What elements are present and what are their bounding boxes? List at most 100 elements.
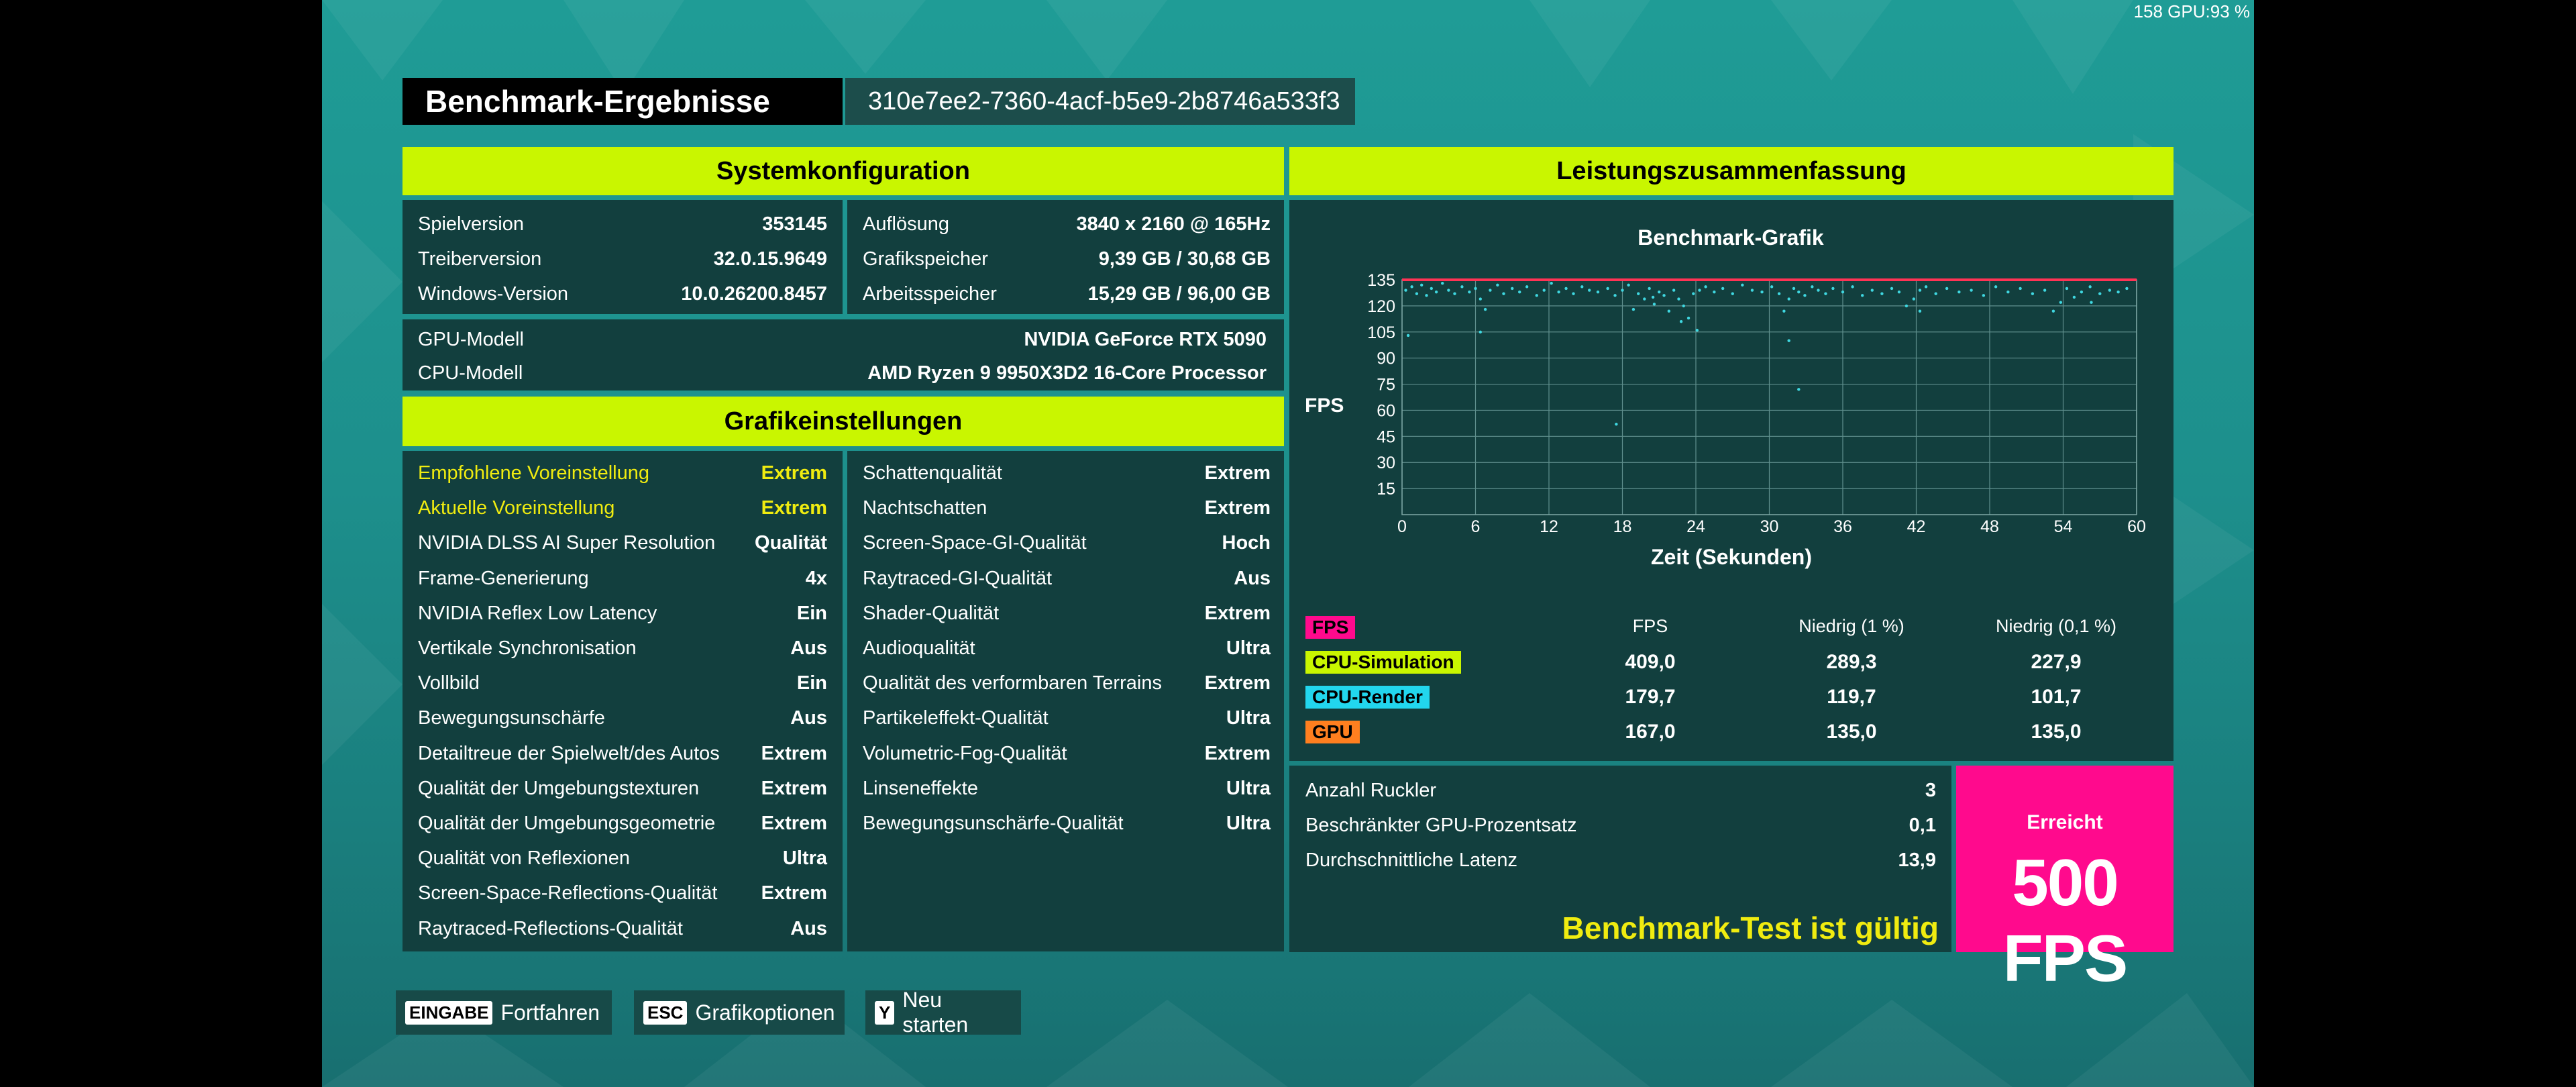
setting-label: Qualität der Umgebungstexturen — [418, 777, 700, 799]
setting-value: 9,39 GB / 30,68 GB — [1098, 248, 1271, 270]
data-point — [1686, 316, 1690, 320]
x-tick-label: 48 — [1980, 517, 1999, 533]
table-column-header: Niedrig (1 %) — [1799, 616, 1904, 636]
data-point — [1698, 289, 1701, 292]
hud-readout: 158 GPU:93 % — [2133, 1, 2250, 21]
data-point — [1502, 292, 1505, 295]
setting-row: Bewegungsunschärfe-Qualität Ultra — [863, 813, 1271, 835]
setting-row: Grafikspeicher 9,39 GB / 30,68 GB — [863, 248, 1271, 270]
setting-value: Ultra — [1226, 813, 1271, 834]
x-tick-label: 36 — [1833, 517, 1852, 533]
setting-label: Bewegungsunschärfe-Qualität — [863, 813, 1124, 834]
data-point — [1760, 290, 1764, 294]
setting-value: AMD Ryzen 9 9950X3D2 16-Core Processor — [867, 362, 1267, 384]
data-point — [1897, 290, 1901, 294]
setting-row: Screen-Space-GI-Qualität Hoch — [863, 532, 1271, 554]
setting-row: Anzahl Ruckler 3 — [1305, 780, 1936, 802]
setting-label: Linseneffekte — [863, 777, 978, 799]
data-point — [1420, 283, 1424, 287]
achieved-label: Erreicht — [2027, 811, 2103, 833]
data-point — [1441, 281, 1444, 285]
data-point — [1750, 289, 1754, 292]
data-point — [2006, 290, 2010, 294]
setting-row: Raytraced-Reflections-Qualität Aus — [418, 918, 827, 940]
data-point — [1679, 320, 1683, 323]
table-cell: 289,3 — [1826, 651, 1877, 673]
setting-value: 15,29 GB / 96,00 GB — [1087, 283, 1271, 305]
setting-label: Raytraced-Reflections-Qualität — [418, 917, 683, 939]
setting-row: Volumetric-Fog-Qualität Extrem — [863, 743, 1271, 765]
data-point — [1924, 285, 1928, 289]
setting-value: Qualität — [755, 532, 827, 554]
footer-button-neu-starten[interactable]: Y Neu starten — [865, 988, 1021, 1037]
graphics-right-panel — [847, 451, 1284, 951]
setting-label: Anzahl Ruckler — [1305, 780, 1437, 801]
data-point — [2098, 292, 2102, 295]
setting-value: 0,1 — [1909, 815, 1936, 836]
setting-row: Qualität der Umgebungstexturen Extrem — [418, 778, 827, 800]
data-point — [1851, 285, 1854, 289]
legend-chip: GPU — [1305, 721, 1360, 743]
setting-label: Empfohlene Voreinstellung — [418, 462, 650, 484]
setting-row: GPU-Modell NVIDIA GeForce RTX 5090 — [418, 329, 1267, 351]
data-point — [1479, 297, 1482, 301]
data-point — [2125, 287, 2129, 291]
data-point — [1596, 290, 1600, 294]
setting-label: Frame-Generierung — [418, 567, 589, 589]
data-point — [1613, 294, 1617, 297]
table-cell: 167,0 — [1625, 721, 1676, 743]
setting-row: Shader-Qualität Extrem — [863, 603, 1271, 625]
data-point — [1535, 294, 1538, 297]
y-tick-label: 105 — [1368, 323, 1395, 342]
chart-x-axis-label: Zeit (Sekunden) — [1650, 545, 1812, 569]
setting-value: Extrem — [761, 882, 827, 904]
data-point — [1430, 287, 1433, 291]
table-cell: 101,7 — [2031, 686, 2082, 708]
setting-value: 4x — [805, 567, 827, 589]
data-point — [1731, 292, 1734, 295]
setting-label: Volumetric-Fog-Qualität — [863, 742, 1067, 764]
data-point — [1447, 289, 1450, 292]
data-point — [1792, 287, 1796, 291]
data-point — [1803, 294, 1807, 297]
data-point — [1550, 281, 1553, 285]
data-point — [1460, 285, 1464, 289]
data-point — [1643, 297, 1646, 301]
footer-button-fortfahren[interactable]: EINGABE Fortfahren — [396, 990, 612, 1035]
setting-label: Screen-Space-Reflections-Qualität — [418, 882, 718, 904]
data-point — [1572, 292, 1575, 295]
data-point — [1704, 285, 1707, 289]
footer-button-label: Neu starten — [902, 988, 969, 1037]
performance-header: Leistungszusammenfassung — [1289, 147, 2174, 195]
data-point — [1667, 309, 1671, 313]
data-point — [1890, 287, 1894, 291]
setting-label: Arbeitsspeicher — [863, 283, 997, 305]
setting-row: Linseneffekte Ultra — [863, 778, 1271, 800]
legend-chip: CPU-Simulation — [1305, 651, 1461, 674]
table-cell: 135,0 — [2031, 721, 2082, 743]
data-point — [1557, 290, 1560, 294]
data-point — [1651, 295, 1655, 299]
setting-label: Bewegungsunschärfe — [418, 707, 605, 729]
data-point — [1404, 289, 1407, 292]
data-point — [1496, 283, 1499, 287]
setting-value: Aus — [790, 707, 827, 729]
graphics-header: Grafikeinstellungen — [402, 397, 1284, 446]
setting-row: Windows-Version 10.0.26200.8457 — [418, 283, 827, 305]
footer-button-label: Grafikoptionen — [695, 1000, 835, 1025]
data-point — [1627, 283, 1630, 287]
setting-label: Windows-Version — [418, 283, 569, 305]
setting-row: Empfohlene Voreinstellung Extrem — [418, 462, 827, 484]
footer-button-grafikoptionen[interactable]: ESC Grafikoptionen — [634, 990, 845, 1035]
table-column-header: FPS — [1632, 616, 1668, 636]
setting-value: Ultra — [782, 847, 827, 870]
data-point — [1621, 289, 1624, 292]
setting-label: Grafikspeicher — [863, 248, 988, 270]
data-point — [1787, 339, 1790, 342]
data-point — [1918, 289, 1922, 292]
setting-label: GPU-Modell — [418, 329, 524, 350]
data-point — [1787, 297, 1790, 301]
data-point — [1880, 292, 1884, 295]
data-point — [1721, 287, 1725, 291]
footer-button-label: Fortfahren — [500, 1000, 600, 1025]
